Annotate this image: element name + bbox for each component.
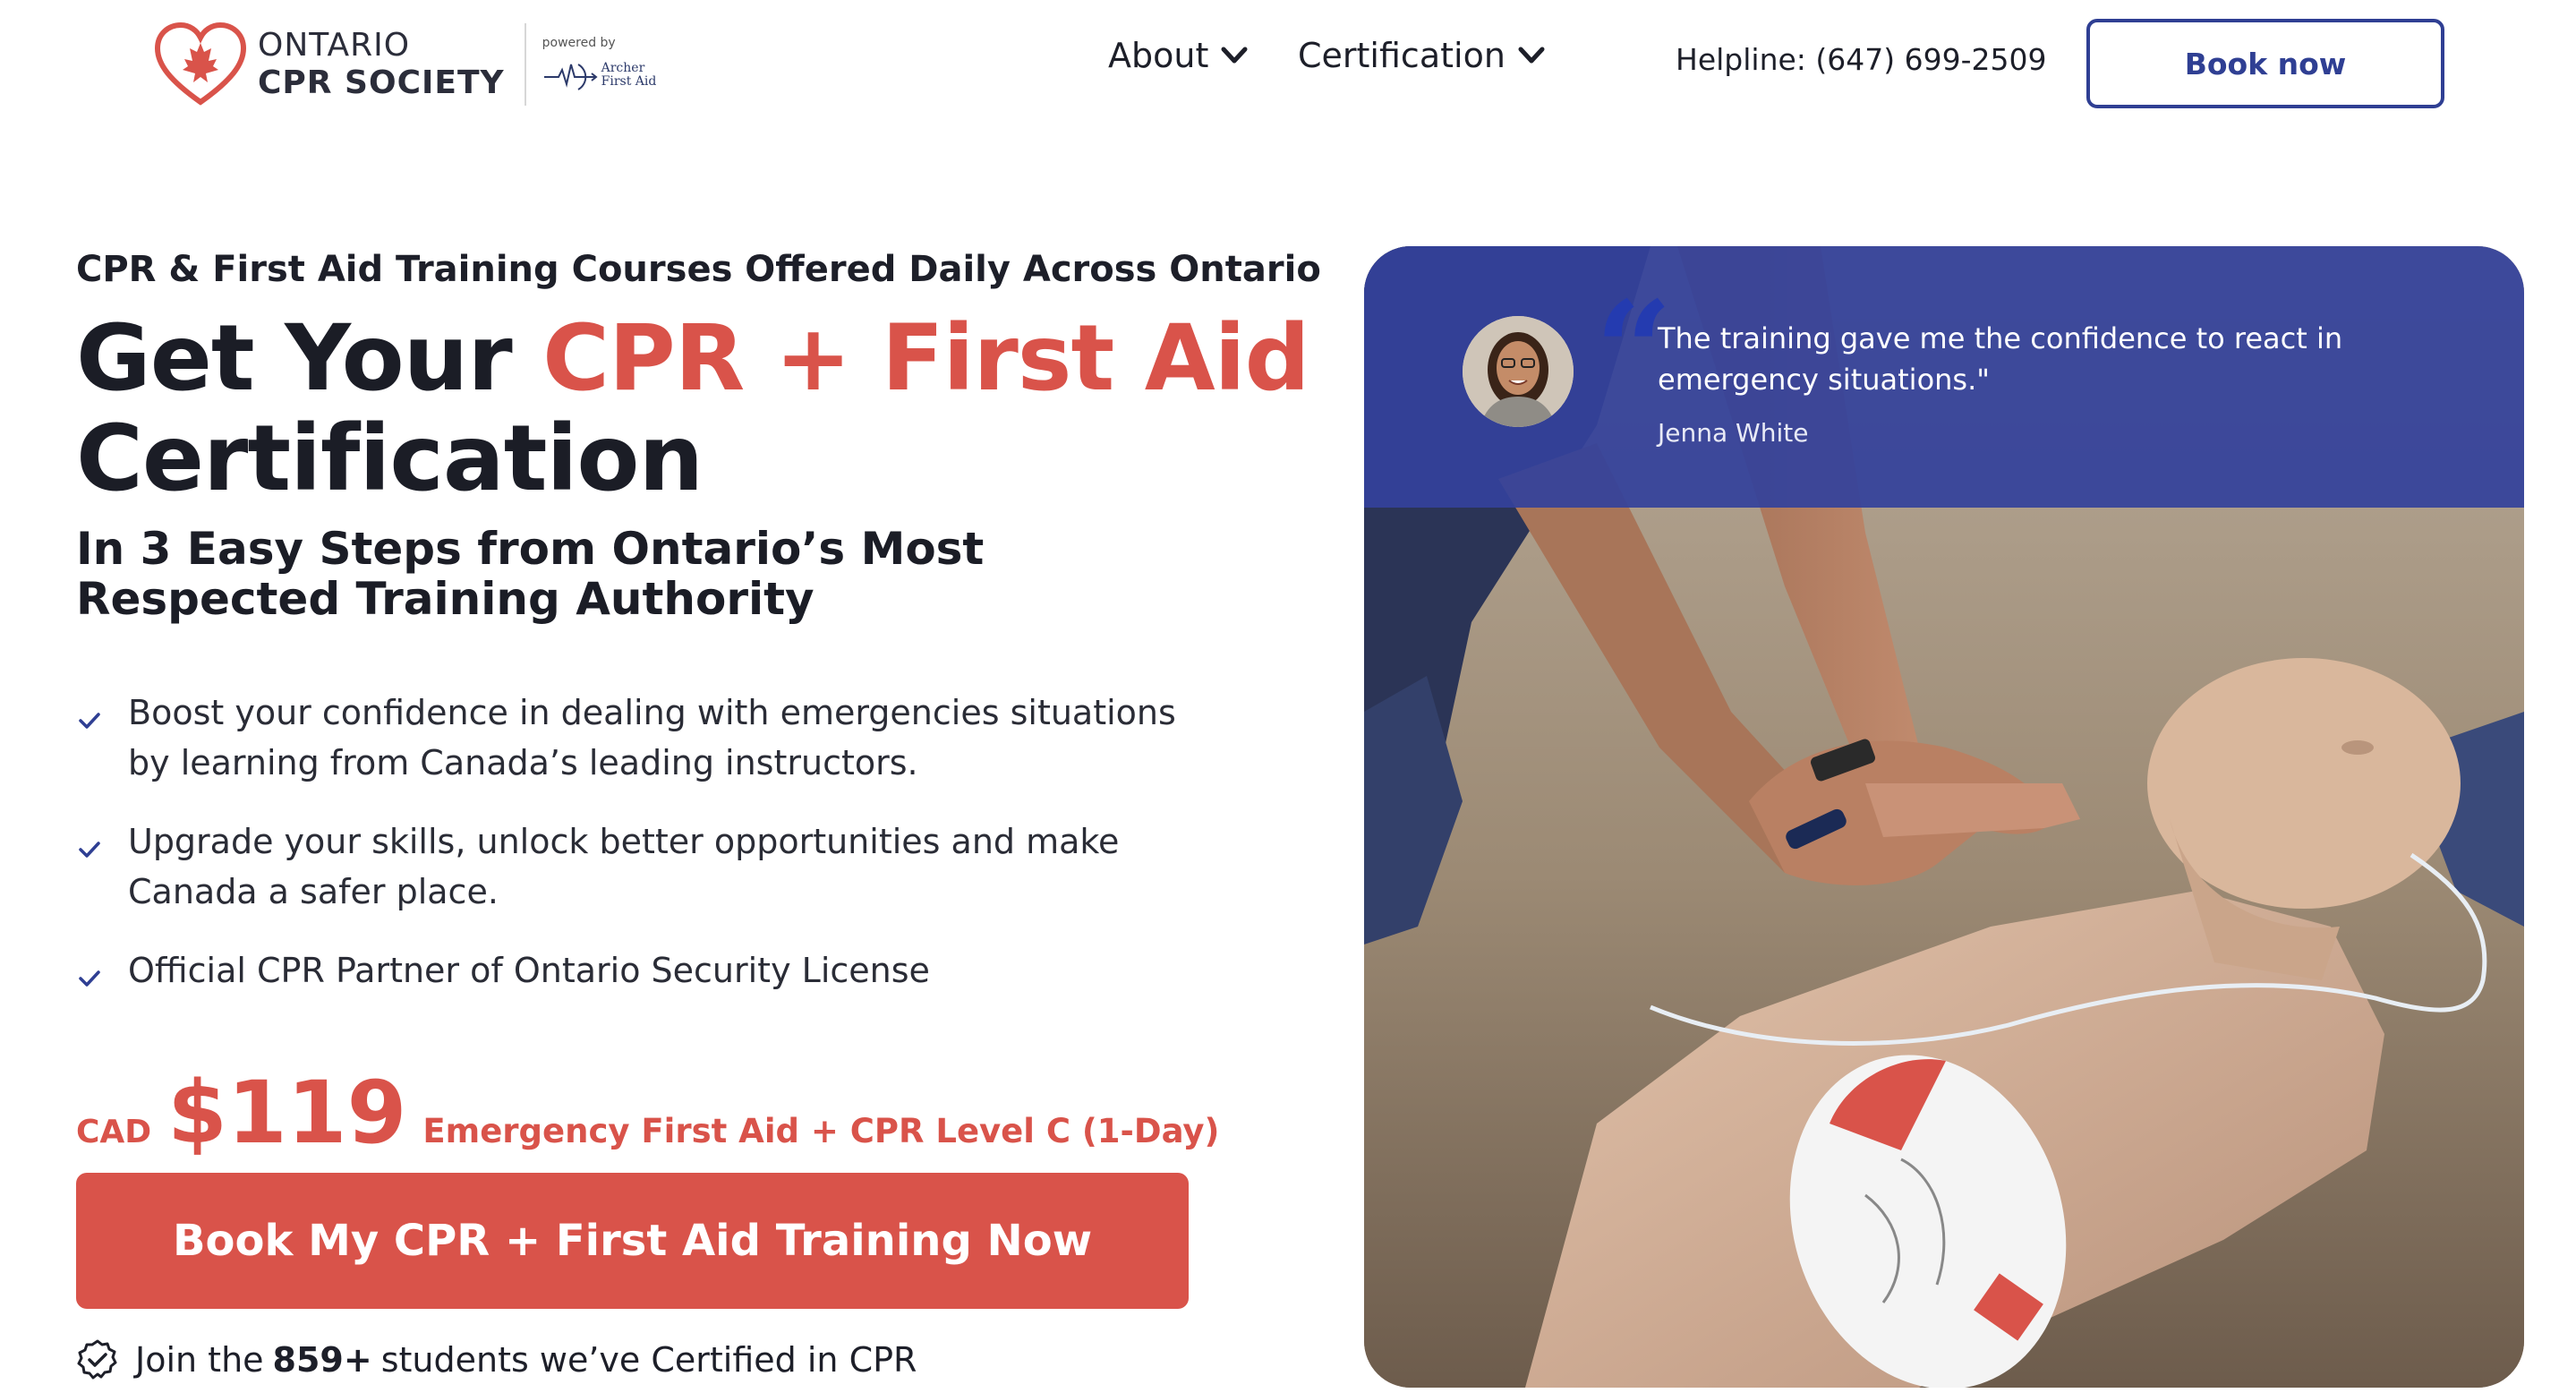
helpline-phone[interactable]: Helpline: (647) 699-2509 [1676,42,2047,77]
powered-by: powered by Archer First Aid [542,21,657,107]
book-training-cta-button[interactable]: Book My CPR + First Aid Training Now [76,1173,1189,1309]
person-avatar-image [1463,316,1574,427]
testimonial-avatar [1463,316,1574,427]
site-header: ONTARIO CPR SOCIETY powered by Archer Fi… [0,0,2576,125]
student-count: 859+ [272,1340,372,1380]
benefit-item: Boost your confidence in dealing with em… [76,688,1204,788]
benefit-list: Boost your confidence in dealing with em… [76,688,1204,1024]
nav-certification-label: Certification [1298,36,1506,75]
checkmark-icon [79,713,100,729]
checkmark-icon [79,842,100,858]
hero-subtitle: In 3 Easy Steps from Ontario’s Most Resp… [76,523,985,625]
chevron-down-icon [1518,47,1545,64]
partner-logo: Archer First Aid [542,57,657,93]
price-row: CAD $119 Emergency First Aid + CPR Level… [76,1070,1219,1156]
heartbeat-arrow-icon [543,64,598,90]
benefit-text: Boost your confidence in dealing with em… [128,693,1176,782]
testimonial-author: Jenna White [1658,418,1809,448]
logo-line-1: ONTARIO [258,27,411,64]
benefit-text: Upgrade your skills, unlock better oppor… [128,822,1120,911]
chevron-down-icon [1221,47,1248,64]
verified-badge-icon [77,1339,117,1380]
testimonial-banner: “ The training gave me the confidence to… [1364,246,2524,508]
benefit-item: Upgrade your skills, unlock better oppor… [76,816,1204,917]
partner-name-line-1: Archer [601,61,645,76]
price-currency: CAD [76,1114,152,1150]
testimonial-quote: The training gave me the confidence to r… [1658,321,2343,397]
hero-title: Get Your CPR + First Aid Certification [76,309,1310,512]
social-proof-suffix: students we’ve Certified in CPR [380,1340,917,1380]
site-logo[interactable]: ONTARIO CPR SOCIETY powered by Archer Fi… [152,20,656,109]
powered-by-label: powered by [542,36,616,50]
book-now-button[interactable]: Book now [2086,19,2444,108]
heart-maple-leaf-icon [154,21,247,106]
hero-title-part1: Get Your [76,305,543,412]
price-course-name: Emergency First Aid + CPR Level C (1-Day… [422,1112,1220,1150]
partner-name-line-2: First Aid [601,74,657,89]
checkmark-icon [79,970,100,987]
logo-line-2: CPR SOCIETY [258,64,505,101]
nav-about[interactable]: About [1108,36,1248,75]
social-proof: Join the 859+ students we’ve Certified i… [76,1338,917,1381]
social-proof-prefix: Join the [135,1340,264,1380]
hero-title-part2: Certification [76,406,704,512]
logo-wordmark: ONTARIO CPR SOCIETY [258,30,505,99]
benefit-item: Official CPR Partner of Ontario Security… [76,945,1204,996]
hero-eyebrow: CPR & First Aid Training Courses Offered… [76,249,1321,290]
logo-divider [524,23,526,106]
nav-about-label: About [1108,36,1209,75]
price-amount: $119 [167,1063,407,1163]
nav-certification[interactable]: Certification [1298,36,1545,75]
benefit-text: Official CPR Partner of Ontario Security… [128,951,930,990]
hero-media-card: “ The training gave me the confidence to… [1364,246,2524,1388]
hero-title-highlight: CPR + First Aid [542,305,1309,412]
